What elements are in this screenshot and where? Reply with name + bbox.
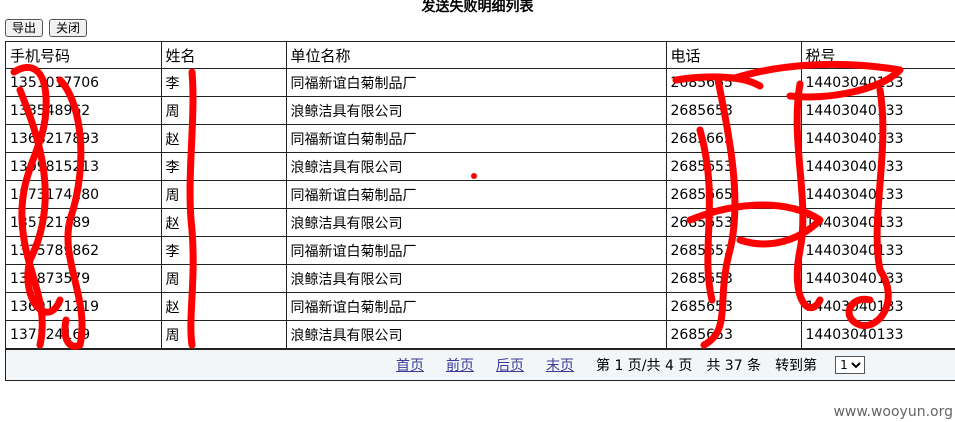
cell-phone: 1351017706 [6, 68, 162, 97]
cell-tax-id: 14403040133 [800, 124, 955, 153]
export-button[interactable]: 导出 [5, 19, 44, 37]
cell-phone: 1309815213 [6, 152, 162, 181]
failure-detail-grid: 手机号码 姓名 单位名称 电话 税号 1351017706 李同福新谊白菊制品厂 2… [5, 41, 955, 381]
table-row[interactable]: 135121189 赵浪鲸洁具有限公司 2685653 14403040133 [6, 208, 955, 237]
cell-phone: 1368217893 [6, 124, 162, 153]
toolbar: 导出 关闭 [5, 19, 88, 37]
cell-tax-id: 14403040133 [800, 208, 955, 237]
cell-tax-id: 14403040133 [800, 96, 955, 125]
cell-company: 同福新谊白菊制品厂 [285, 180, 667, 209]
table-row[interactable]: 1373174180 周同福新谊白菊制品厂 2685665 14403040133 [6, 180, 955, 209]
first-page-link[interactable]: 首页 [396, 355, 424, 375]
cell-phone: 1369121219 [6, 292, 162, 321]
page-title: 发送失败明细列表 [421, 0, 534, 15]
cell-tel: 2685653 [665, 292, 802, 321]
cell-tax-id: 14403040133 [800, 292, 955, 321]
cell-tax-id: 14403040133 [800, 180, 955, 209]
cell-name: 赵 [160, 208, 287, 237]
pagination-bar: 首页 前页 后页 末页 第 1 页/共 4 页 共 37 条 转到第 1 [6, 349, 955, 380]
cell-name: 周 [160, 320, 287, 349]
cell-tel: 2685653 [665, 96, 802, 125]
cell-tel: 2685665 [665, 124, 802, 153]
table-row[interactable]: 1351017706 李同福新谊白菊制品厂 2685665 14403040133 [6, 68, 955, 97]
cell-company: 浪鲸洁具有限公司 [285, 152, 667, 181]
cell-name: 李 [160, 152, 287, 181]
cell-tax-id: 14403040133 [800, 68, 955, 97]
next-page-link[interactable]: 后页 [496, 355, 524, 375]
cell-company: 浪鲸洁具有限公司 [285, 96, 667, 125]
close-button[interactable]: 关闭 [49, 19, 88, 37]
cell-tax-id: 14403040133 [800, 236, 955, 265]
cell-tel: 2685653 [665, 264, 802, 293]
cell-phone: 1373174180 [6, 180, 162, 209]
table-body: 1351017706 李同福新谊白菊制品厂 2685665 14403040133 13… [6, 68, 955, 349]
last-page-link[interactable]: 末页 [546, 355, 574, 375]
cell-tel: 2685653 [665, 236, 802, 265]
prev-page-link[interactable]: 前页 [446, 355, 474, 375]
column-header-tax-id[interactable]: 税号 [800, 42, 955, 69]
cell-tax-id: 14403040133 [800, 152, 955, 181]
cell-name: 周 [160, 96, 287, 125]
cell-company: 同福新谊白菊制品厂 [285, 68, 667, 97]
cell-name: 赵 [160, 124, 287, 153]
cell-company: 浪鲸洁具有限公司 [285, 320, 667, 349]
cell-company: 同福新谊白菊制品厂 [285, 124, 667, 153]
cell-tel: 2685665 [665, 68, 802, 97]
table-row[interactable]: 137124169 周浪鲸洁具有限公司 2685653 14403040133 [6, 320, 955, 349]
cell-tel: 2685653 [665, 320, 802, 349]
header-row: 手机号码 姓名 单位名称 电话 税号 [6, 42, 955, 69]
detail-table: 手机号码 姓名 单位名称 电话 税号 1351017706 李同福新谊白菊制品厂 2… [6, 42, 955, 349]
table-row[interactable]: 1335789862 李同福新谊白菊制品厂 2685653 14403040133 [6, 236, 955, 265]
watermark-text: www.wooyun.org [833, 404, 953, 420]
cell-phone: 137124169 [6, 320, 162, 349]
cell-company: 同福新谊白菊制品厂 [285, 292, 667, 321]
cell-tax-id: 14403040133 [800, 320, 955, 349]
cell-phone: 135121189 [6, 208, 162, 237]
column-header-name[interactable]: 姓名 [160, 42, 287, 69]
cell-tel: 2685653 [665, 208, 802, 237]
cell-company: 浪鲸洁具有限公司 [285, 208, 667, 237]
table-row[interactable]: 133548962 周浪鲸洁具有限公司 2685653 14403040133 [6, 96, 955, 125]
table-row[interactable]: 1309815213 李浪鲸洁具有限公司 2685653 14403040133 [6, 152, 955, 181]
cell-name: 李 [160, 68, 287, 97]
cell-tax-id: 14403040133 [800, 264, 955, 293]
table-row[interactable]: 1369121219 赵同福新谊白菊制品厂 2685653 14403040133 [6, 292, 955, 321]
cell-company: 浪鲸洁具有限公司 [285, 264, 667, 293]
page-select[interactable]: 1 [835, 356, 866, 374]
cell-company: 同福新谊白菊制品厂 [285, 236, 667, 265]
cell-name: 周 [160, 180, 287, 209]
column-header-tel[interactable]: 电话 [665, 42, 802, 69]
page-info: 第 1 页/共 4 页 [596, 358, 693, 374]
column-header-phone[interactable]: 手机号码 [6, 42, 162, 69]
cell-phone: 1335789862 [6, 236, 162, 265]
goto-label: 转到第 [775, 358, 818, 374]
cell-tel: 2685665 [665, 180, 802, 209]
cell-name: 李 [160, 236, 287, 265]
cell-phone: 136873579 [6, 264, 162, 293]
cell-tel: 2685653 [665, 152, 802, 181]
cell-phone: 133548962 [6, 96, 162, 125]
column-header-company[interactable]: 单位名称 [285, 42, 667, 69]
cell-name: 赵 [160, 292, 287, 321]
cell-name: 周 [160, 264, 287, 293]
total-count: 共 37 条 [706, 358, 762, 374]
table-row[interactable]: 1368217893 赵同福新谊白菊制品厂 2685665 14403040133 [6, 124, 955, 153]
table-row[interactable]: 136873579 周浪鲸洁具有限公司 2685653 14403040133 [6, 264, 955, 293]
